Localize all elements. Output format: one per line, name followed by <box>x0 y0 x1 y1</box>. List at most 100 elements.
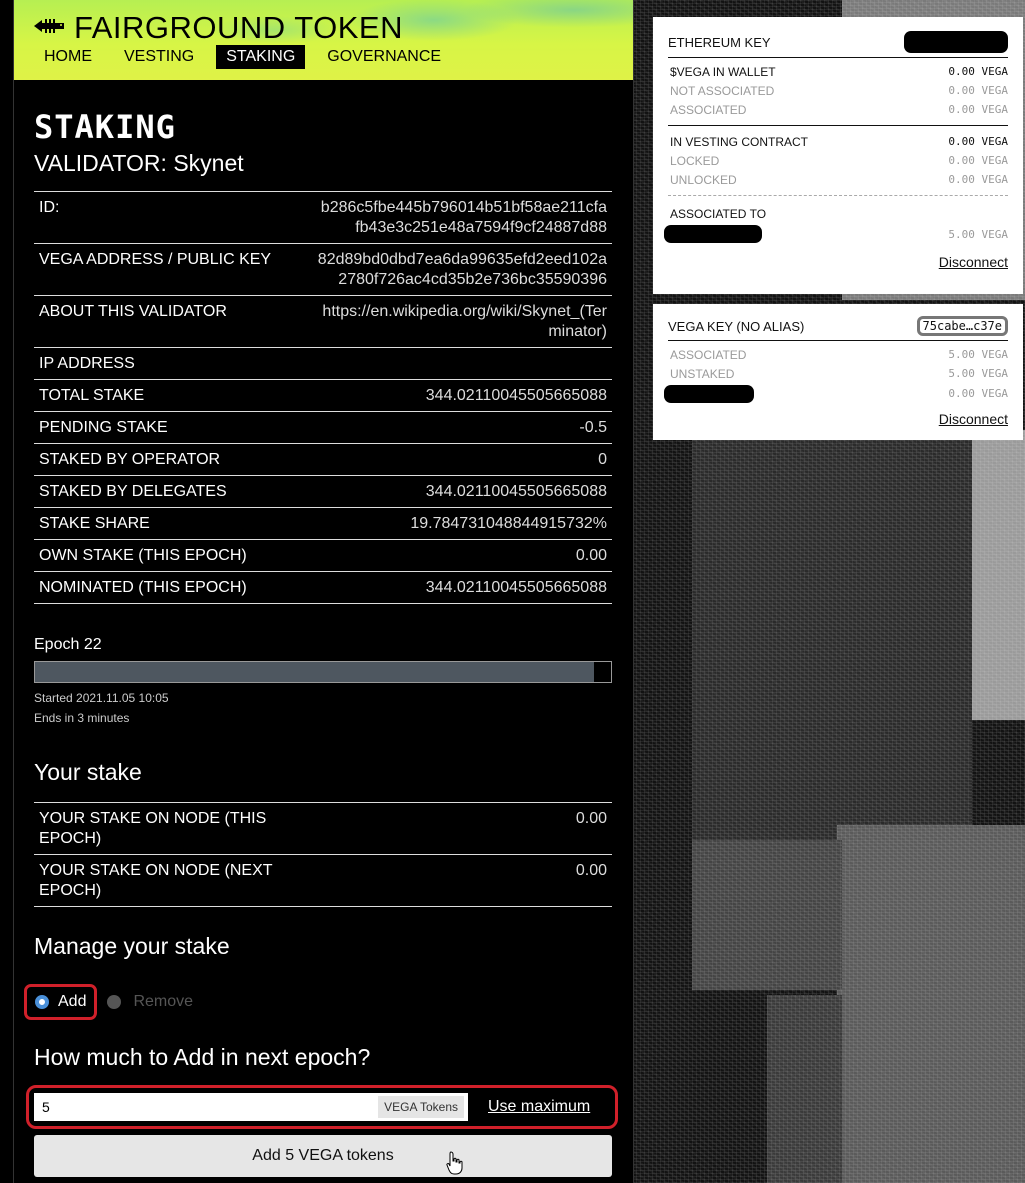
remove-radio-option[interactable]: Remove <box>107 993 193 1011</box>
validator-title: VALIDATOR: Skynet <box>34 150 244 176</box>
eth-row-label: ASSOCIATED <box>670 102 747 117</box>
manage-stake-heading: Manage your stake <box>34 933 230 959</box>
eth-key-title: ETHEREUM KEY <box>668 34 771 50</box>
eth-row: NOT ASSOCIATED 0.00 VEGA <box>668 81 1008 100</box>
remove-radio-button[interactable] <box>107 995 122 1009</box>
redacted-vega-key <box>664 225 762 243</box>
divider <box>668 125 1008 126</box>
eth-row-label: $VEGA IN WALLET <box>670 64 776 79</box>
amount-value: 5 <box>42 1099 50 1115</box>
your-stake-table: YOUR STAKE ON NODE (THIS EPOCH) 0.00 YOU… <box>34 802 612 907</box>
vega-disconnect-link[interactable]: Disconnect <box>668 411 1008 427</box>
table-row: IP ADDRESS <box>34 347 612 380</box>
eth-row: IN VESTING CONTRACT 0.00 VEGA <box>668 132 1008 151</box>
unit-badge: VEGA Tokens <box>378 1096 464 1118</box>
amount-input[interactable]: 5 VEGA Tokens <box>34 1093 468 1121</box>
epoch-started: Started 2021.11.05 10:05 <box>34 691 169 705</box>
main-panel: FAIRGROUND TOKEN HOME VESTING STAKING GO… <box>13 0 634 1183</box>
detail-label: NOMINATED (THIS EPOCH) <box>39 579 247 596</box>
app-title: FAIRGROUND TOKEN <box>74 10 403 45</box>
epoch-label: Epoch 22 <box>34 636 102 653</box>
table-row: ABOUT THIS VALIDATOR https://en.wikipedi… <box>34 295 612 348</box>
add-tokens-label: Add 5 VEGA tokens <box>252 1147 394 1164</box>
eth-row-value: 0.00 VEGA <box>948 65 1008 78</box>
detail-value: https://en.wikipedia.org/wiki/Skynet_(Te… <box>322 303 607 340</box>
vega-row: 0.00 VEGA <box>664 383 1008 404</box>
vega-key-title: VEGA KEY (NO ALIAS) <box>668 318 805 334</box>
eth-row: $VEGA IN WALLET 0.00 VEGA <box>668 62 1008 81</box>
add-tokens-button[interactable]: Add 5 VEGA tokens <box>34 1135 612 1177</box>
vega-row: UNSTAKED 5.00 VEGA <box>668 364 1008 383</box>
eth-row-value: 0.00 VEGA <box>948 173 1008 186</box>
stake-value: 0.00 <box>575 810 607 827</box>
detail-label: IP ADDRESS <box>39 355 135 372</box>
detail-label: OWN STAKE (THIS EPOCH) <box>39 547 247 564</box>
vega-row-label: ASSOCIATED <box>670 347 747 362</box>
redacted-validator-name <box>664 384 754 403</box>
amount-heading: How much to Add in next epoch? <box>34 1044 371 1070</box>
app-header: FAIRGROUND TOKEN HOME VESTING STAKING GO… <box>14 0 633 80</box>
eth-card-header: ETHEREUM KEY <box>668 31 1008 58</box>
fish-logo-icon <box>32 16 66 41</box>
redacted-eth-address <box>904 31 1008 53</box>
detail-value: -0.5 <box>579 419 607 436</box>
nav-staking[interactable]: STAKING <box>216 45 306 69</box>
eth-row-value: 0.00 VEGA <box>948 154 1008 167</box>
eth-row: LOCKED 0.00 VEGA <box>668 151 1008 170</box>
eth-row-value: 0.00 VEGA <box>948 135 1008 148</box>
detail-value: 344.02110045505665088 <box>425 579 607 596</box>
stake-label: YOUR STAKE ON NODE (THIS EPOCH) <box>39 810 267 847</box>
epoch-progress-fill <box>35 662 594 682</box>
remove-radio-label: Remove <box>133 993 194 1010</box>
vega-row-value: 5.00 VEGA <box>948 367 1008 380</box>
detail-value: 19.784731048844915732% <box>410 515 607 532</box>
vega-wallet-card: VEGA KEY (NO ALIAS) 75cabe…c37e ASSOCIAT… <box>653 304 1023 440</box>
table-row: STAKED BY OPERATOR 0 <box>34 443 612 476</box>
nav-home[interactable]: HOME <box>34 45 102 69</box>
vega-row-label: UNSTAKED <box>670 366 735 381</box>
epoch-ends: Ends in 3 minutes <box>34 711 130 725</box>
table-row: STAKED BY DELEGATES 344.0211004550566508… <box>34 475 612 508</box>
detail-label: VEGA ADDRESS / PUBLIC KEY <box>39 251 272 268</box>
table-row: YOUR STAKE ON NODE (THIS EPOCH) 0.00 <box>34 802 612 855</box>
hand-cursor-icon <box>446 1151 464 1180</box>
eth-disconnect-link[interactable]: Disconnect <box>668 254 1008 270</box>
table-row: PENDING STAKE -0.5 <box>34 411 612 444</box>
your-stake-heading: Your stake <box>34 759 142 785</box>
vega-card-header: VEGA KEY (NO ALIAS) 75cabe…c37e <box>668 316 1008 341</box>
detail-value: 0.00 <box>575 547 607 564</box>
detail-label: STAKE SHARE <box>39 515 150 532</box>
vega-row: ASSOCIATED 5.00 VEGA <box>668 345 1008 364</box>
eth-row-value: 0.00 VEGA <box>948 84 1008 97</box>
vega-key-badge[interactable]: 75cabe…c37e <box>916 316 1008 336</box>
main-nav: HOME VESTING STAKING GOVERNANCE <box>34 45 463 69</box>
add-radio-label: Add <box>58 993 87 1010</box>
use-maximum-link[interactable]: Use maximum <box>488 1098 590 1116</box>
page-title: STAKING <box>34 108 176 146</box>
table-row: STAKE SHARE 19.784731048844915732% <box>34 507 612 540</box>
add-radio-option[interactable]: Add <box>24 984 98 1020</box>
nav-governance[interactable]: GOVERNANCE <box>317 45 451 69</box>
eth-row-label: UNLOCKED <box>670 172 737 187</box>
eth-row: ASSOCIATED 0.00 VEGA <box>668 100 1008 119</box>
table-row: YOUR STAKE ON NODE (NEXT EPOCH) 0.00 <box>34 854 612 907</box>
eth-row-label: LOCKED <box>670 153 720 168</box>
detail-value <box>312 348 612 380</box>
detail-value: 344.02110045505665088 <box>425 387 607 404</box>
detail-value: b286c5fbe445b796014b51bf58ae211cfafb43e3… <box>320 199 607 236</box>
stake-value: 0.00 <box>575 862 607 879</box>
add-radio-button[interactable] <box>35 995 49 1009</box>
associated-to-label: ASSOCIATED TO <box>670 206 767 221</box>
detail-value: 344.02110045505665088 <box>425 483 607 500</box>
vega-row-value: 0.00 VEGA <box>948 387 1008 400</box>
table-row: TOTAL STAKE 344.02110045505665088 <box>34 379 612 412</box>
detail-label: ID: <box>39 199 60 216</box>
stake-label: YOUR STAKE ON NODE (NEXT EPOCH) <box>39 862 273 899</box>
detail-label: STAKED BY OPERATOR <box>39 451 221 468</box>
nav-vesting[interactable]: VESTING <box>114 45 204 69</box>
eth-row-label: IN VESTING CONTRACT <box>670 134 809 149</box>
app-logo[interactable]: FAIRGROUND TOKEN <box>32 10 403 46</box>
associated-to-row: ASSOCIATED TO <box>668 204 1008 223</box>
detail-label: ABOUT THIS VALIDATOR <box>39 303 227 320</box>
eth-row-value: 0.00 VEGA <box>948 103 1008 116</box>
